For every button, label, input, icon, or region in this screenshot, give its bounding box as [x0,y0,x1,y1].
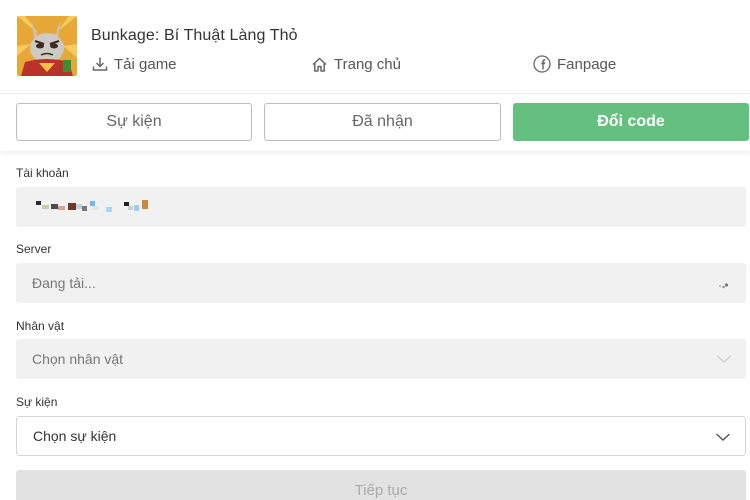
tab-events[interactable]: Sự kiện [16,103,252,141]
game-title: Bunkage: Bí Thuật Làng Thỏ [91,27,298,44]
account-field [16,187,746,227]
continue-button[interactable]: Tiếp tục [16,470,746,500]
download-icon [92,57,108,71]
home-link-label: Trang chủ [334,55,401,73]
chevron-down-icon [716,433,730,441]
game-avatar[interactable] [17,16,77,76]
tab-received[interactable]: Đã nhận [264,103,501,141]
character-label: Nhân vật [16,319,65,333]
server-value: Đang tải... [32,275,96,291]
account-label: Tài khoản [16,166,69,180]
character-placeholder: Chọn nhân vật [32,351,124,367]
download-link-label: Tải game [114,55,177,73]
home-icon [312,57,327,72]
character-select[interactable]: Chọn nhân vật [16,339,746,379]
loading-spinner-icon [718,283,728,289]
account-value-redacted [36,200,148,212]
chevron-down-icon [717,355,731,363]
tab-bar: Sự kiện Đã nhận Đổi code [0,93,750,151]
tab-redeem-code[interactable]: Đổi code [513,103,749,141]
download-game-link[interactable]: Tải game [92,54,177,74]
home-link[interactable]: Trang chủ [311,54,401,74]
event-select[interactable]: Chọn sự kiện [16,416,746,456]
fanpage-link[interactable]: Fanpage [533,54,616,74]
facebook-icon [533,55,551,73]
event-placeholder: Chọn sự kiện [33,428,117,444]
server-label: Server [16,242,52,256]
event-label: Sự kiện [16,395,58,409]
server-select[interactable]: Đang tải... [16,263,746,303]
app-header: Bunkage: Bí Thuật Làng Thỏ Tải game Tran… [0,0,750,93]
fanpage-link-label: Fanpage [557,55,617,73]
